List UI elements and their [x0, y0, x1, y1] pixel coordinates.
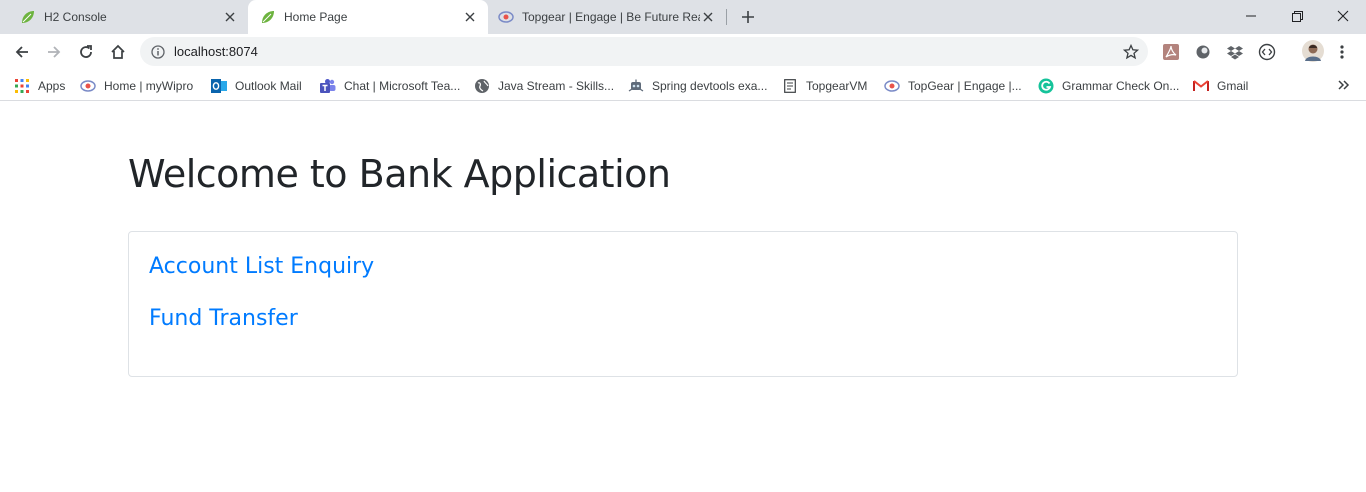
info-icon[interactable] — [150, 44, 166, 60]
bookmark-label: TopgearVM — [806, 79, 868, 93]
bookmark-label: Gmail — [1217, 79, 1249, 93]
bookmark-mywipro[interactable]: Home | myWipro — [80, 75, 193, 97]
tab-home-page[interactable]: Home Page — [248, 0, 488, 34]
home-icon — [111, 44, 125, 59]
bookmark-label: Outlook Mail — [235, 79, 302, 93]
topgear-icon — [884, 78, 900, 94]
globe-icon — [474, 78, 490, 94]
url-text[interactable]: localhost:8074 — [174, 44, 258, 59]
dropbox-icon[interactable] — [1225, 42, 1245, 62]
account-list-enquiry-link[interactable]: Account List Enquiry — [149, 254, 374, 279]
avatar[interactable] — [1302, 40, 1324, 62]
pdf-extension-icon[interactable] — [1161, 42, 1181, 62]
bookmark-label: Grammar Check On... — [1062, 79, 1180, 93]
document-icon — [782, 78, 798, 94]
star-icon[interactable] — [1122, 43, 1140, 61]
tab-topgear[interactable]: Topgear | Engage | Be Future Rea — [488, 0, 726, 34]
topgear-icon — [498, 9, 514, 25]
bookmark-grammar-check[interactable]: Grammar Check On... — [1038, 75, 1179, 97]
grammarly-icon — [1038, 78, 1054, 94]
code-extension-icon[interactable] — [1257, 42, 1277, 62]
bookmark-teams[interactable]: Chat | Microsoft Tea... — [320, 75, 460, 97]
bookmark-outlook[interactable]: Outlook Mail — [211, 75, 302, 97]
arrow-right-icon — [48, 46, 61, 58]
home-button[interactable] — [104, 38, 132, 66]
forward-button[interactable] — [40, 38, 68, 66]
bookmark-java-stream[interactable]: Java Stream - Skills... — [474, 75, 614, 97]
wipro-icon — [80, 78, 96, 94]
bookmark-label: Home | myWipro — [104, 79, 194, 93]
close-window-button[interactable] — [1320, 0, 1366, 32]
page-content: Welcome to Bank Application Account List… — [0, 102, 1366, 492]
close-icon[interactable] — [222, 9, 238, 25]
bookmark-gmail[interactable]: Gmail — [1193, 75, 1248, 97]
back-button[interactable] — [8, 38, 36, 66]
new-tab-button[interactable] — [736, 5, 760, 29]
close-icon[interactable] — [462, 9, 478, 25]
address-bar[interactable]: localhost:8074 — [140, 37, 1148, 66]
bookmark-label: Spring devtools exa... — [652, 79, 768, 93]
tab-strip: H2 Console Home Page Topgear | Engage | … — [0, 0, 1366, 34]
bookmark-topgear-engage[interactable]: TopGear | Engage |... — [884, 75, 1022, 97]
fund-transfer-link[interactable]: Fund Transfer — [149, 306, 298, 331]
arrow-left-icon — [15, 46, 28, 58]
bookmark-spring-devtools[interactable]: Spring devtools exa... — [628, 75, 767, 97]
menu-card: Account List Enquiry Fund Transfer — [128, 231, 1238, 377]
outlook-icon — [211, 78, 227, 94]
browser-toolbar: localhost:8074 — [0, 34, 1366, 71]
bookmark-topgearvm[interactable]: TopgearVM — [782, 75, 867, 97]
menu-icon[interactable] — [1336, 42, 1348, 62]
minimize-button[interactable] — [1228, 0, 1274, 32]
bookmark-label: Java Stream - Skills... — [498, 79, 615, 93]
bookmark-label: Apps — [38, 79, 66, 93]
reload-button[interactable] — [72, 38, 100, 66]
tab-h2-console[interactable]: H2 Console — [0, 0, 248, 34]
chevron-double-right-icon[interactable] — [1336, 77, 1352, 93]
gmail-icon — [1193, 78, 1209, 94]
bookmark-label: TopGear | Engage |... — [908, 79, 1022, 93]
tab-title: H2 Console — [44, 10, 107, 24]
tab-title: Home Page — [284, 10, 348, 24]
restore-button[interactable] — [1274, 0, 1320, 32]
spring-leaf-icon — [260, 9, 276, 25]
bookmark-apps[interactable]: Apps — [14, 75, 65, 97]
tab-separator — [726, 9, 727, 25]
bookmarks-bar: Apps Home | myWipro Outlook Mail Chat | … — [0, 71, 1366, 101]
bookmark-label: Chat | Microsoft Tea... — [344, 79, 461, 93]
teams-icon — [320, 78, 336, 94]
robot-icon — [628, 78, 644, 94]
reload-icon — [80, 45, 92, 58]
close-icon[interactable] — [700, 9, 716, 25]
apps-grid-icon — [14, 78, 30, 94]
spring-leaf-icon — [20, 9, 36, 25]
page-title: Welcome to Bank Application — [128, 152, 671, 196]
tab-title: Topgear | Engage | Be Future Rea — [522, 10, 700, 24]
circle-extension-icon[interactable] — [1193, 42, 1213, 62]
